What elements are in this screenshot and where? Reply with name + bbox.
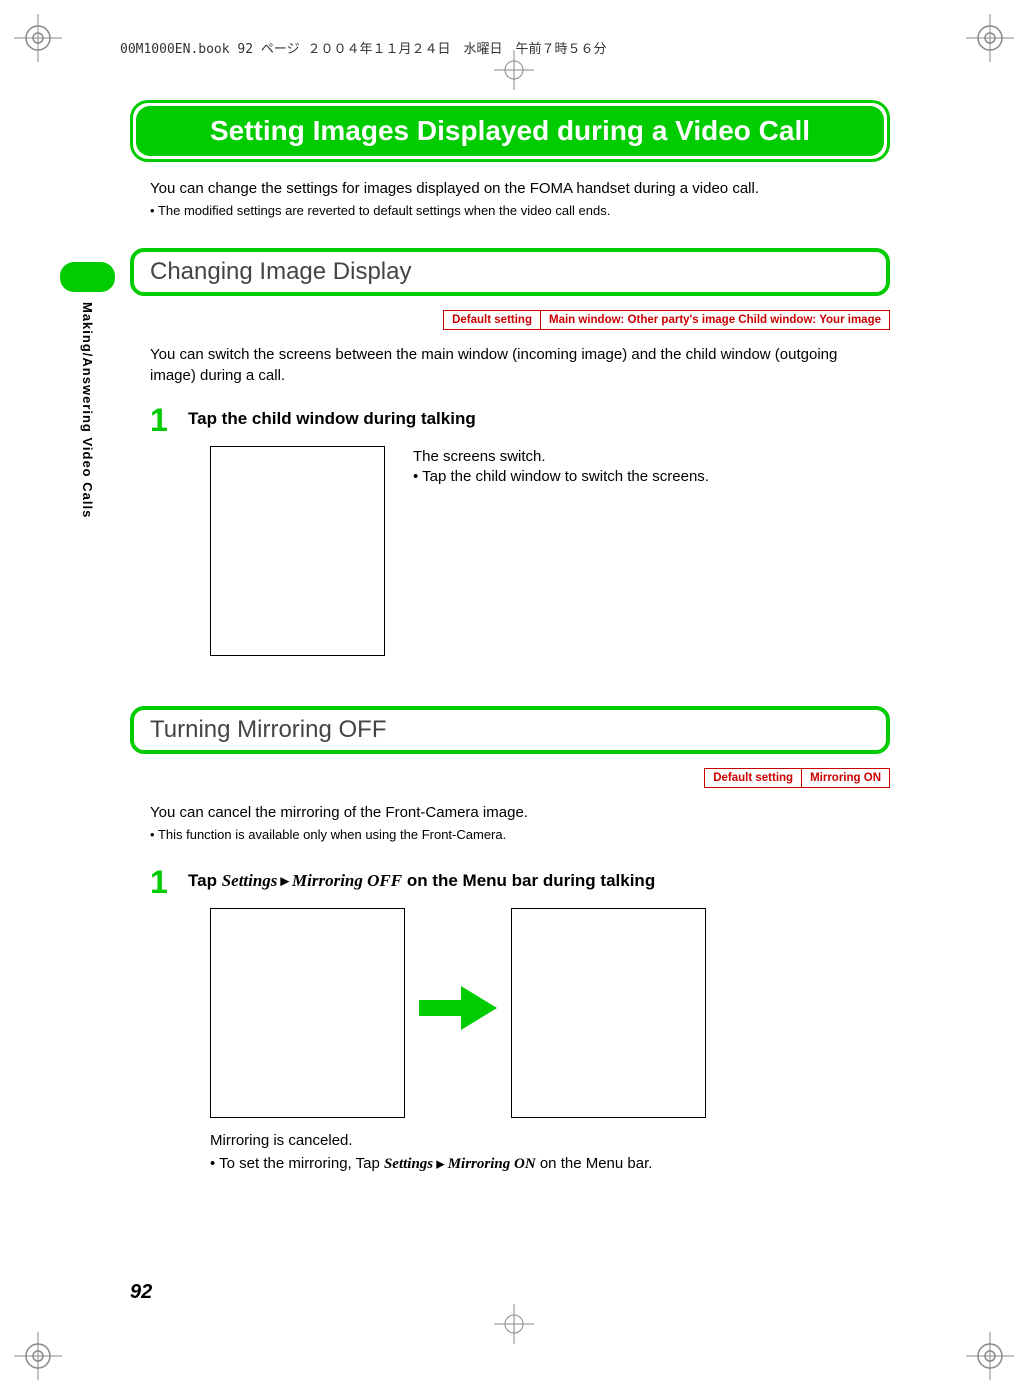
chapter-tab: [60, 262, 115, 292]
result-text: Mirroring is canceled.: [210, 1132, 870, 1149]
step-number: 1: [150, 404, 174, 436]
figure-text: The screens switch.: [413, 446, 709, 469]
crop-mark-icon: [960, 8, 1020, 68]
default-setting-value: Mirroring ON: [802, 769, 889, 787]
step-text: on the Menu bar during talking: [402, 871, 655, 890]
figure-arrow-row: [210, 908, 870, 1118]
menu-path-italic: Mirroring OFF: [292, 871, 402, 890]
figure-row: The screens switch. Tap the child window…: [210, 446, 870, 656]
section-heading: Turning Mirroring OFF: [130, 706, 890, 754]
section-heading: Changing Image Display: [130, 248, 890, 296]
screenshot-placeholder: [210, 446, 385, 656]
triangle-icon: ▶: [433, 1158, 448, 1170]
page-content: Setting Images Displayed during a Video …: [110, 100, 910, 1173]
step-title: Tap Settings ▶ Mirroring OFF on the Menu…: [188, 866, 655, 892]
crop-mark-icon: [8, 8, 68, 68]
intro-text: You can change the settings for images d…: [150, 180, 870, 197]
crop-mark-icon: [8, 1326, 68, 1386]
menu-path-italic: Settings: [384, 1156, 433, 1172]
chapter-label: Making/Answering Video Calls: [80, 302, 95, 518]
figure-bullet: Tap the child window to switch the scree…: [413, 468, 709, 485]
page-title: Setting Images Displayed during a Video …: [136, 106, 884, 156]
default-setting-box: Default setting Main window: Other party…: [443, 310, 890, 330]
step-title: Tap the child window during talking: [188, 404, 476, 430]
registration-mark-icon: [494, 1304, 534, 1344]
default-setting-label: Default setting: [705, 769, 802, 787]
section-body: You can cancel the mirroring of the Fron…: [150, 802, 870, 823]
default-setting-label: Default setting: [444, 311, 541, 329]
figure-caption: The screens switch. Tap the child window…: [413, 446, 709, 486]
intro-bullet: The modified settings are reverted to de…: [150, 203, 870, 218]
default-setting-value: Main window: Other party's image Child w…: [541, 311, 889, 329]
section-body: You can switch the screens between the m…: [150, 344, 870, 386]
arrow-right-icon: [419, 986, 497, 1039]
default-setting-row: Default setting Mirroring ON: [110, 768, 890, 788]
default-setting-row: Default setting Main window: Other party…: [110, 310, 890, 330]
screenshot-placeholder: [210, 908, 405, 1118]
menu-path-italic: Settings: [222, 871, 278, 890]
step-number: 1: [150, 866, 174, 898]
step-row: 1 Tap the child window during talking: [150, 404, 870, 436]
bullet-text: on the Menu bar.: [536, 1155, 653, 1172]
step-text: Tap: [188, 871, 222, 890]
bullet-text: To set the mirroring, Tap: [219, 1155, 384, 1172]
page-title-block: Setting Images Displayed during a Video …: [130, 100, 890, 162]
step-row: 1 Tap Settings ▶ Mirroring OFF on the Me…: [150, 866, 870, 898]
page-number: 92: [130, 1281, 152, 1304]
screenshot-placeholder: [511, 908, 706, 1118]
result-bullet: To set the mirroring, Tap Settings ▶ Mir…: [210, 1155, 870, 1173]
default-setting-box: Default setting Mirroring ON: [704, 768, 890, 788]
print-header: 00M1000EN.book 92 ページ ２００４年１１月２４日 水曜日 午前…: [120, 38, 606, 57]
menu-path-italic: Mirroring ON: [448, 1156, 536, 1172]
triangle-icon: ▶: [277, 875, 292, 887]
section-note: This function is available only when usi…: [150, 827, 870, 842]
crop-mark-icon: [960, 1326, 1020, 1386]
